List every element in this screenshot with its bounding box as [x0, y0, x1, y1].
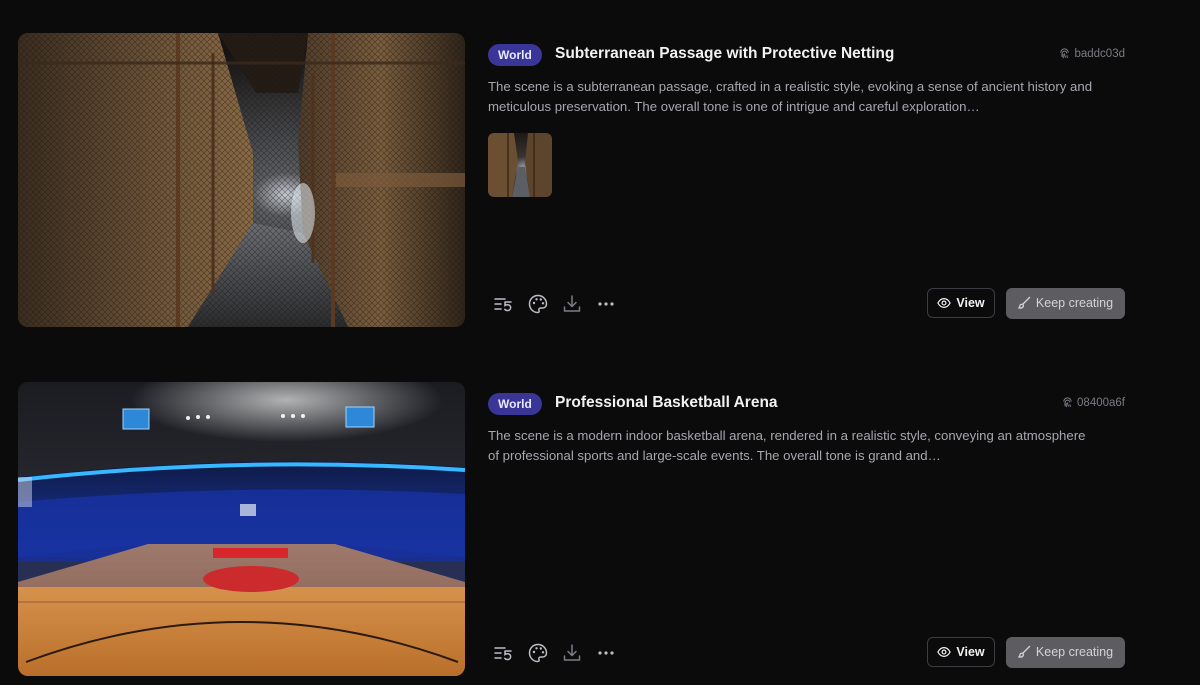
keep-creating-label: Keep creating	[1035, 296, 1114, 310]
keep-creating-button[interactable]: Keep creating	[1006, 288, 1125, 319]
eye-icon	[937, 291, 952, 319]
view-button-label: View	[956, 296, 985, 310]
view-button-label: View	[956, 645, 985, 659]
more-icon[interactable]	[595, 642, 617, 664]
world-thumbnail[interactable]	[488, 133, 552, 197]
world-preview-image[interactable]	[18, 33, 465, 327]
world-preview-image[interactable]	[18, 382, 465, 676]
prompt-history-icon[interactable]	[492, 293, 514, 315]
download-icon[interactable]	[561, 642, 583, 664]
more-icon[interactable]	[595, 293, 617, 315]
world-id[interactable]: baddc03d	[1059, 48, 1125, 62]
prompt-history-icon[interactable]	[492, 642, 514, 664]
brush-icon	[1017, 290, 1031, 321]
view-button[interactable]: View	[927, 288, 995, 318]
world-card-header: World Subterranean Passage with Protecti…	[488, 44, 1125, 68]
world-card-content: World Subterranean Passage with Protecti…	[488, 33, 1125, 327]
world-list: World Subterranean Passage with Protecti…	[0, 0, 1200, 685]
world-title[interactable]: Subterranean Passage with Protective Net…	[555, 45, 894, 63]
world-description: The scene is a subterranean passage, cra…	[488, 79, 1093, 114]
fingerprint-icon	[1062, 397, 1073, 411]
keep-creating-label: Keep creating	[1035, 645, 1114, 659]
download-icon[interactable]	[561, 293, 583, 315]
world-card: World Subterranean Passage with Protecti…	[0, 33, 1200, 327]
world-badge: World	[488, 393, 542, 415]
brush-icon	[1017, 639, 1031, 670]
world-card: World Professional Basketball Arena 0840…	[0, 382, 1200, 676]
view-button[interactable]: View	[927, 637, 995, 667]
world-id-text: 08400a6f	[1077, 397, 1125, 409]
world-description: The scene is a modern indoor basketball …	[488, 428, 1086, 463]
fingerprint-icon	[1059, 48, 1070, 62]
palette-icon[interactable]	[527, 293, 549, 315]
keep-creating-button[interactable]: Keep creating	[1006, 637, 1125, 668]
world-id-text: baddc03d	[1074, 48, 1125, 60]
world-badge: World	[488, 44, 542, 66]
palette-icon[interactable]	[527, 642, 549, 664]
eye-icon	[937, 640, 952, 668]
world-card-content: World Professional Basketball Arena 0840…	[488, 382, 1125, 676]
world-card-header: World Professional Basketball Arena 0840…	[488, 393, 1125, 417]
world-title[interactable]: Professional Basketball Arena	[555, 394, 778, 412]
world-id[interactable]: 08400a6f	[1062, 397, 1125, 411]
